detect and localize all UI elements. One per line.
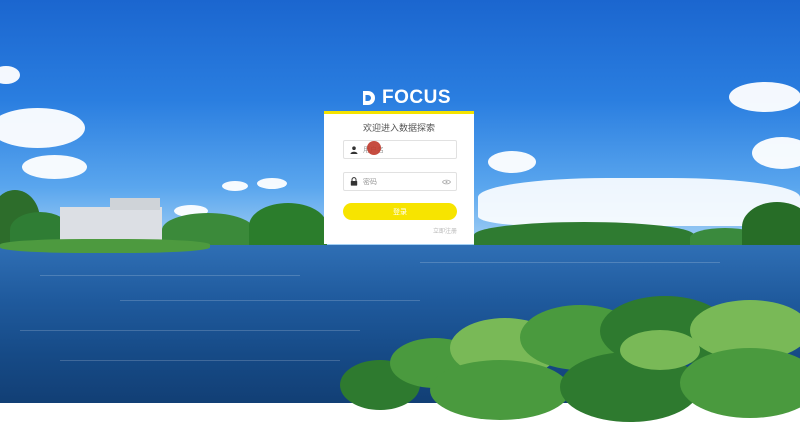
password-input[interactable]	[361, 173, 440, 190]
lotus-leaf	[680, 348, 800, 418]
cloud	[488, 151, 536, 173]
cursor-marker	[367, 141, 381, 155]
lock-icon	[347, 177, 361, 186]
brand-logo: FOCUS	[360, 87, 451, 109]
lotus-leaf	[430, 360, 570, 420]
login-panel: 欢迎进入数据探索 登录 立即注册	[324, 111, 474, 244]
user-icon	[347, 145, 361, 154]
cloud	[729, 82, 800, 112]
cloud	[222, 181, 248, 191]
villa	[60, 207, 162, 242]
register-link[interactable]: 立即注册	[433, 226, 457, 235]
password-field[interactable]	[343, 172, 457, 191]
villa-roof	[110, 198, 160, 210]
focus-logo-icon	[363, 91, 375, 105]
login-button[interactable]: 登录	[343, 203, 457, 220]
cloud	[257, 178, 287, 189]
ripple	[60, 360, 340, 361]
username-field[interactable]	[343, 140, 457, 159]
ripple	[420, 262, 720, 263]
ripple	[20, 330, 360, 331]
ripple	[40, 275, 300, 276]
shore-plants	[0, 239, 210, 253]
login-title: 欢迎进入数据探索	[362, 124, 435, 134]
treeline-center	[249, 203, 327, 249]
eye-icon[interactable]	[440, 179, 452, 185]
brand-name: FOCUS	[382, 87, 451, 108]
cloud	[22, 155, 87, 179]
lotus-leaf	[620, 330, 700, 370]
ripple	[120, 300, 420, 301]
